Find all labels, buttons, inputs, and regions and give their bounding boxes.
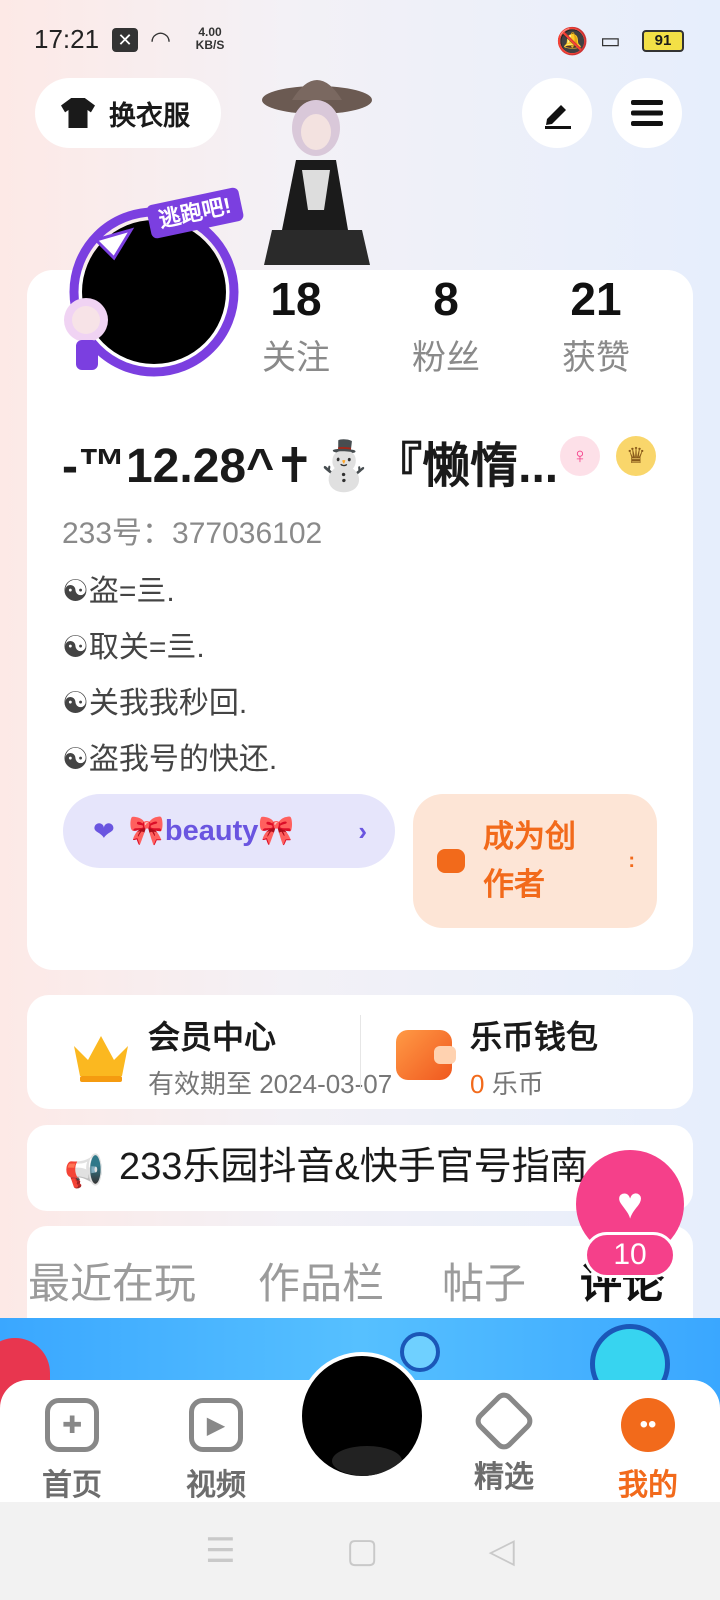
divider [360,1015,361,1089]
creator-dots: : [628,850,635,872]
female-icon: ♀ [560,436,600,476]
system-nav-bar: ☰ ▢ ◁ [0,1502,720,1600]
announcement-text: 233乐园抖音&快手官号指南 [119,1146,588,1188]
nav-mine-label: 我的 [618,1469,678,1502]
stat-following[interactable]: 18 关注 [236,272,356,379]
bio-line: ☯取关=亖. [62,631,205,664]
chevron-right-icon: › [358,815,367,846]
like-count: 10 [584,1232,676,1278]
nav-home[interactable]: ✚ 首页 [22,1398,122,1504]
member-expiry: 有效期至 2024-03-07 [148,1069,393,1099]
wifi-icon: ◠ [150,27,171,54]
back-icon[interactable]: ◁ [489,1531,515,1571]
wallet-title: 乐币钱包 [470,1019,599,1055]
bio-line: ☯关我我秒回. [62,687,248,720]
battery-icon: 91 [642,30,684,52]
status-time: 17:21 [34,24,100,54]
bio-line: ☯盗我号的快还. [62,743,278,776]
stat-fans-label: 粉丝 [412,339,480,377]
crown-icon [74,1036,128,1082]
crown-icon[interactable]: ♛ [616,436,656,476]
menu-button[interactable] [612,78,682,148]
home-icon[interactable]: ▢ [346,1531,378,1571]
nav-mine[interactable]: •• 我的 [598,1398,698,1504]
wallet-unit: 乐币 [491,1069,544,1099]
gamepad-icon [437,849,465,873]
profile-face-icon: •• [621,1398,675,1452]
mute-icon: 🔕 [556,26,589,56]
center-avatar-button[interactable] [298,1352,426,1480]
nav-featured-label: 精选 [474,1461,534,1494]
no-sim-icon: ▭ [600,28,621,53]
tab-posts[interactable]: 帖子 [442,1250,526,1311]
nickname: -™12.28^✝⛄『懒惰... [62,440,559,493]
heart-icon [471,1388,537,1454]
net-speed: 4.00 KB/S [195,25,225,52]
wallet-button[interactable]: 乐币钱包 0 乐币 [470,1012,598,1101]
stat-following-label: 关注 [262,339,330,377]
gamepad-icon: ✚ [45,1398,99,1452]
member-center-button[interactable]: 会员中心 有效期至 2024-03-07 [148,1012,392,1101]
creator-label-line2: 作者 [483,867,545,902]
stat-fans-value: 8 [433,273,459,325]
stat-fans[interactable]: 8 粉丝 [386,272,506,379]
nav-home-label: 首页 [42,1469,102,1502]
wardrobe-button[interactable]: 换衣服 [35,78,221,148]
become-creator-button[interactable]: 成为创 作者 : [413,794,657,928]
profile-tag-label: 🎀beauty🎀 [128,815,295,847]
member-center-title: 会员中心 [148,1019,277,1055]
shirt-icon [61,98,95,128]
nav-featured[interactable]: 精选 [454,1388,554,1496]
character-avatar[interactable] [252,60,382,270]
wardrobe-label: 换衣服 [109,100,190,131]
heart-icon: ❤ [93,815,115,846]
bio-line: ☯盗=亖. [62,575,175,608]
stat-likes-value: 21 [570,273,622,325]
notification-icon: ✕ [112,28,138,52]
profile-tag-button[interactable]: ❤ 🎀beauty🎀 › [63,794,395,868]
megaphone-icon: 📢 [64,1153,104,1189]
nav-video[interactable]: ▶ 视频 [166,1398,266,1504]
stat-following-value: 18 [270,273,322,325]
creator-label-line1: 成为创 [483,819,576,854]
user-id: 233号：377036102 [62,517,323,550]
hamburger-icon [631,100,663,126]
stat-likes[interactable]: 21 获赞 [536,272,656,379]
nav-video-label: 视频 [186,1469,246,1502]
tab-recent-play[interactable]: 最近在玩 [28,1250,196,1311]
tab-works[interactable]: 作品栏 [258,1250,384,1311]
pen-icon [545,105,571,129]
edit-profile-button[interactable] [522,78,592,148]
play-icon: ▶ [189,1398,243,1452]
recent-apps-icon[interactable]: ☰ [205,1531,235,1571]
wallet-amount: 0 [470,1069,485,1099]
heart-icon: ♥ [616,1179,644,1228]
stat-likes-label: 获赞 [562,339,630,377]
wallet-icon [396,1030,456,1080]
